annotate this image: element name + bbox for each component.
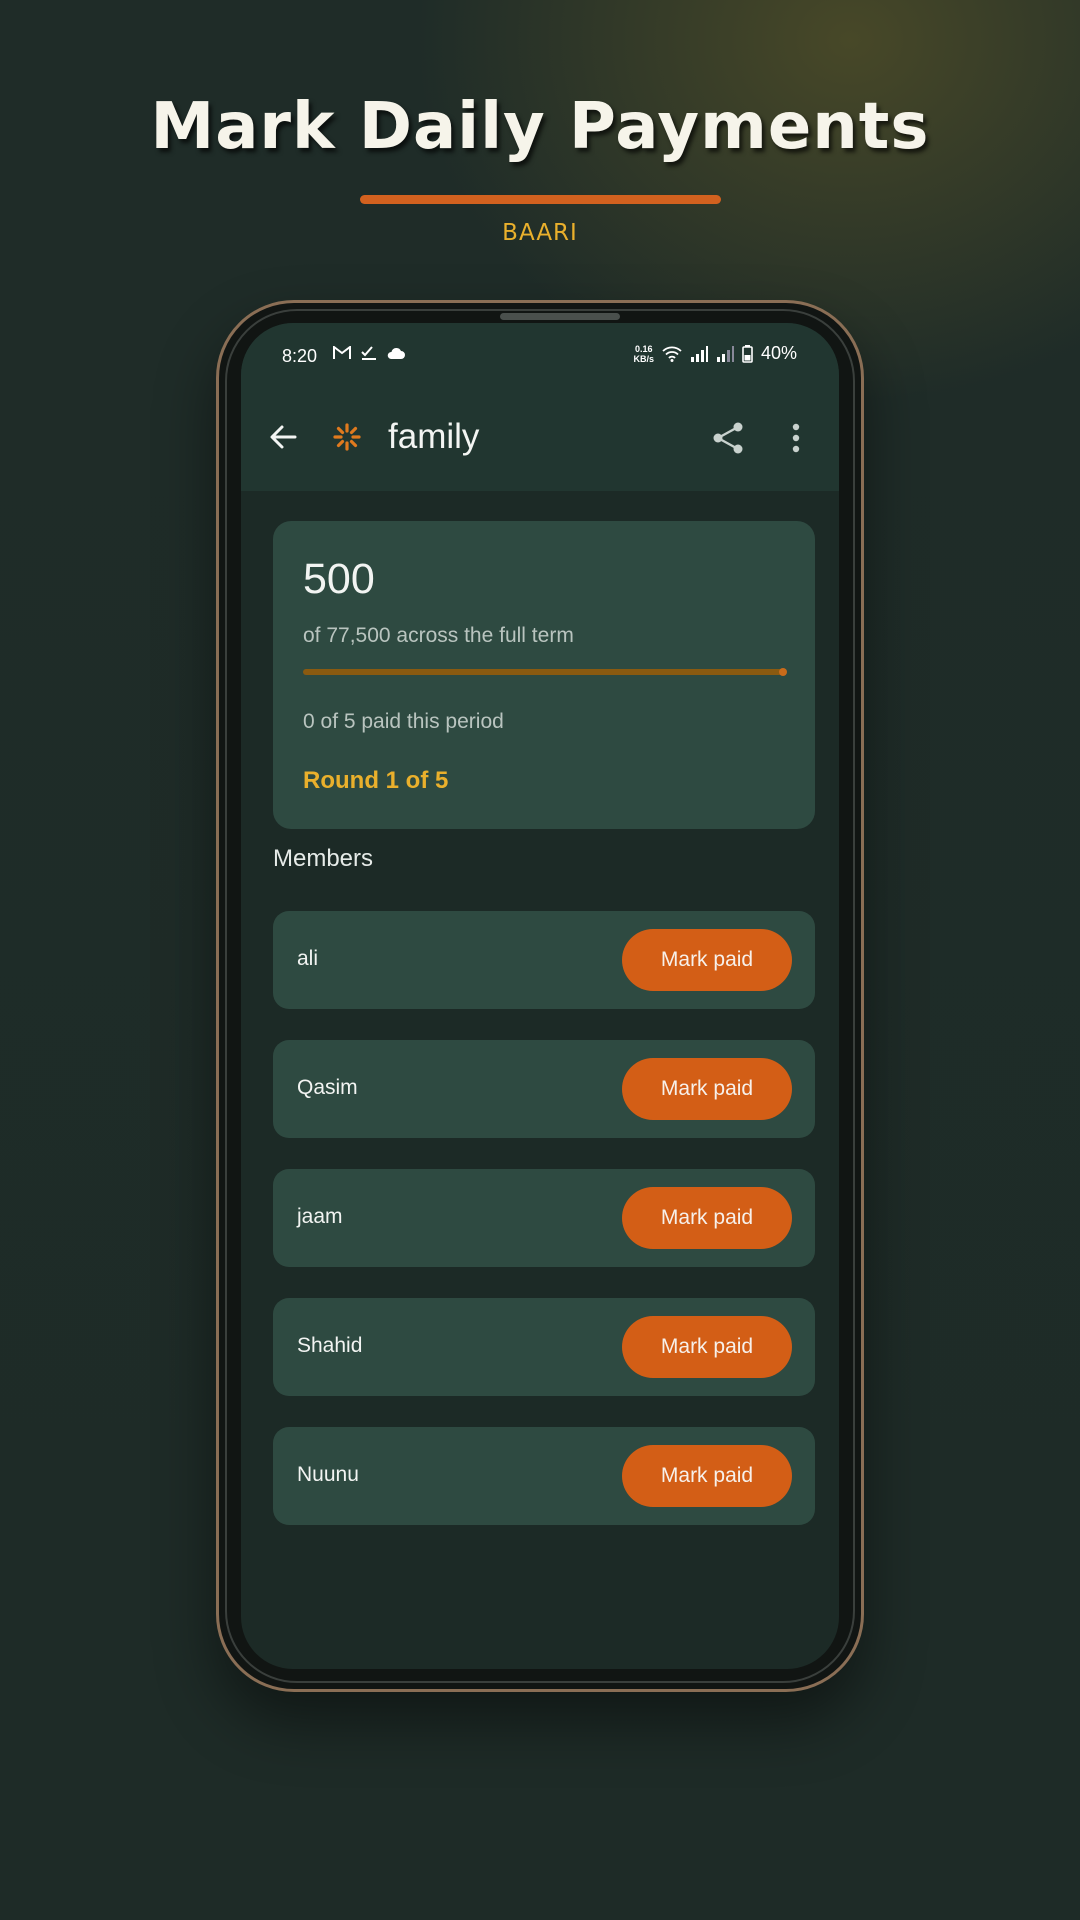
summary-card: 500 of 77,500 across the full term 0 of … <box>273 521 815 829</box>
status-bar: 8:20 0.16 KB/s 40% <box>241 323 839 385</box>
member-row: jaam Mark paid <box>273 1169 815 1267</box>
cloud-icon <box>387 347 405 359</box>
members-heading: Members <box>273 845 374 872</box>
mark-paid-button[interactable]: Mark paid <box>622 1445 792 1507</box>
share-icon[interactable] <box>711 421 745 455</box>
hero-divider <box>360 195 721 204</box>
member-name: ali <box>297 947 319 970</box>
round-indicator: Round 1 of 5 <box>303 767 449 794</box>
phone-speaker <box>500 313 620 320</box>
app-logo-icon <box>333 423 361 451</box>
mark-paid-button[interactable]: Mark paid <box>622 1316 792 1378</box>
member-name: Nuunu <box>297 1463 359 1486</box>
member-name: Shahid <box>297 1334 363 1357</box>
brand-name: BAARI <box>502 220 578 246</box>
member-row: Nuunu Mark paid <box>273 1427 815 1525</box>
wifi-icon <box>662 346 682 362</box>
battery-icon <box>742 344 753 363</box>
period-amount: 500 <box>303 555 375 603</box>
progress-bar <box>303 668 787 676</box>
progress-end-marker <box>779 668 787 676</box>
term-total: of 77,500 across the full term <box>303 624 574 647</box>
app-bar: family <box>241 385 839 491</box>
mark-paid-button[interactable]: Mark paid <box>622 929 792 991</box>
member-row: ali Mark paid <box>273 911 815 1009</box>
check-icon <box>361 346 376 360</box>
more-vert-icon[interactable] <box>789 421 803 455</box>
member-row: Shahid Mark paid <box>273 1298 815 1396</box>
phone-screen: 8:20 0.16 KB/s 40% family 500 of 77,500 … <box>241 323 839 1669</box>
battery-percentage: 40% <box>760 343 797 363</box>
back-arrow-icon[interactable] <box>267 421 299 453</box>
member-name: jaam <box>297 1205 343 1228</box>
signal-icon <box>716 345 734 362</box>
gmail-icon <box>333 346 351 359</box>
hero-title: Mark Daily Payments <box>150 90 930 164</box>
member-row: Qasim Mark paid <box>273 1040 815 1138</box>
notification-icons <box>333 345 405 361</box>
paid-count: 0 of 5 paid this period <box>303 710 504 733</box>
system-icons: 0.16 KB/s 40% <box>633 343 797 364</box>
member-name: Qasim <box>297 1076 358 1099</box>
phone-frame: 8:20 0.16 KB/s 40% family 500 of 77,500 … <box>216 300 864 1692</box>
signal-icon <box>690 345 708 362</box>
page-title: family <box>388 417 480 456</box>
status-time: 8:20 <box>282 346 318 366</box>
mark-paid-button[interactable]: Mark paid <box>622 1187 792 1249</box>
network-speed: 0.16 KB/s <box>633 343 654 364</box>
mark-paid-button[interactable]: Mark paid <box>622 1058 792 1120</box>
